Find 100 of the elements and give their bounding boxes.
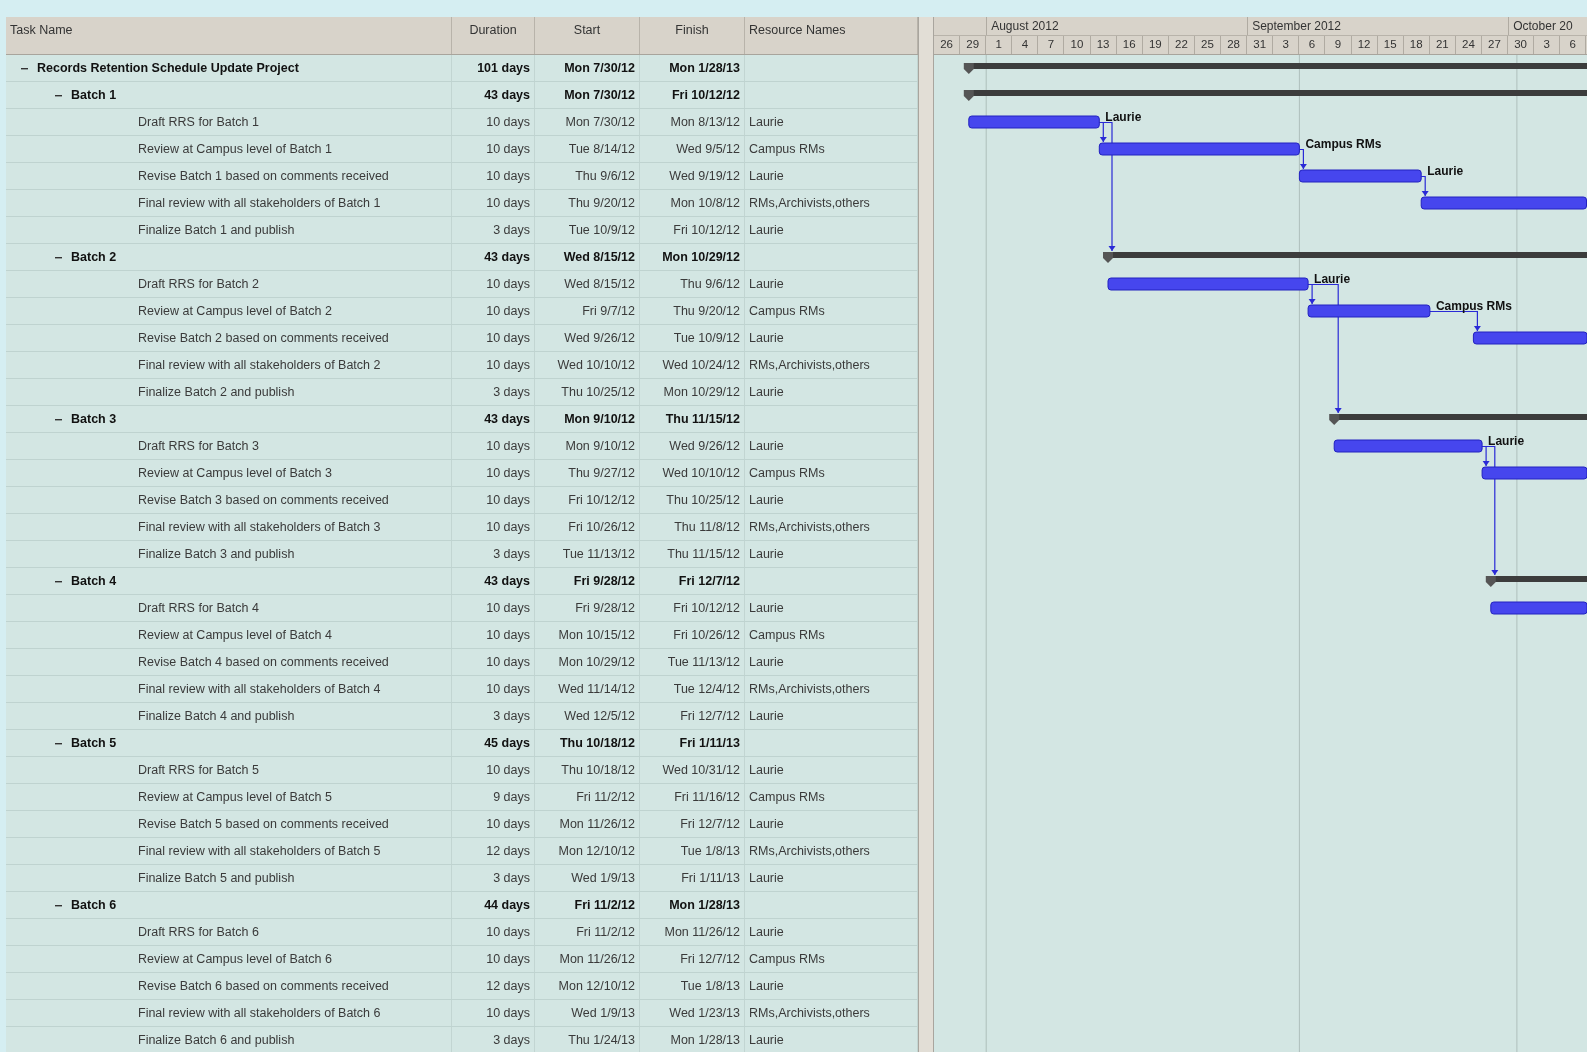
table-cell: 3 days (452, 379, 535, 405)
table-cell: Wed 1/23/13 (640, 1000, 745, 1026)
table-cell: 3 days (452, 217, 535, 243)
table-cell: Mon 12/10/12 (535, 838, 640, 864)
table-cell: 43 days (452, 568, 535, 594)
table-cell: 10 days (452, 514, 535, 540)
table-cell: Wed 9/5/12 (640, 136, 745, 162)
table-cell: 10 days (452, 190, 535, 216)
table-cell: Fri 9/28/12 (535, 568, 640, 594)
task-name: Revise Batch 2 based on comments received (138, 330, 389, 347)
task-name: Final review with all stakeholders of Batch 4 (138, 681, 381, 698)
task-name: Draft RRS for Batch 5 (138, 762, 259, 779)
task-name: Revise Batch 5 based on comments received (138, 816, 389, 833)
table-cell: 43 days (452, 82, 535, 108)
table-cell: Fri 10/12/12 (640, 82, 745, 108)
timescale-day: 13 (1090, 36, 1117, 54)
table-cell: Wed 10/10/12 (640, 460, 745, 486)
bar-label: Campus RMs (1305, 137, 1382, 151)
timescale-day: 3 (1534, 36, 1561, 54)
table-cell: 10 days (452, 271, 535, 297)
column-header[interactable]: Finish (640, 17, 745, 54)
timescale-day: 16 (1116, 36, 1143, 54)
table-cell: Fri 12/7/12 (640, 811, 745, 837)
task-name: Review at Campus level of Batch 5 (138, 789, 332, 806)
timescale-day: 21 (1429, 36, 1456, 54)
timescale-day: 10 (1064, 36, 1091, 54)
summary-bar[interactable] (963, 90, 1587, 101)
table-cell: Wed 1/9/13 (535, 865, 640, 891)
task-name: Final review with all stakeholders of Batch 3 (138, 519, 381, 536)
table-cell: 101 days (452, 55, 535, 81)
summary-bar[interactable] (963, 63, 1587, 74)
table-cell: Fri 11/2/12 (535, 784, 640, 810)
table-cell: 10 days (452, 622, 535, 648)
table-cell: Fri 10/12/12 (640, 217, 745, 243)
table-cell: Mon 10/29/12 (640, 379, 745, 405)
timescale-day: 3 (1273, 36, 1300, 54)
task-name: Finalize Batch 5 and publish (138, 870, 295, 887)
table-cell: Fri 12/7/12 (640, 946, 745, 972)
bar-label: Laurie (1488, 434, 1525, 448)
table-cell: Thu 10/25/12 (535, 379, 640, 405)
table-cell: Thu 10/25/12 (640, 487, 745, 513)
task-name: Batch 6 (71, 897, 117, 914)
table-cell: Thu 9/6/12 (535, 163, 640, 189)
table-cell: Fri 11/16/12 (640, 784, 745, 810)
summary-bar[interactable] (1103, 252, 1587, 263)
timescale-month: October 20 (1508, 17, 1587, 35)
column-header[interactable]: Task Name (6, 17, 452, 54)
table-cell: Mon 10/29/12 (535, 649, 640, 675)
table-cell: Thu 9/27/12 (535, 460, 640, 486)
task-name: Review at Campus level of Batch 3 (138, 465, 332, 482)
table-cell: 10 days (452, 946, 535, 972)
table-cell: 44 days (452, 892, 535, 918)
table-cell: Mon 10/15/12 (535, 622, 640, 648)
task-name: Draft RRS for Batch 3 (138, 438, 259, 455)
table-cell: Tue 10/9/12 (535, 217, 640, 243)
task-name: Batch 3 (71, 411, 117, 428)
table-cell: Fri 10/12/12 (640, 595, 745, 621)
table-cell: Wed 1/9/13 (535, 1000, 640, 1026)
task-name: Finalize Batch 6 and publish (138, 1032, 295, 1049)
table-cell: 10 days (452, 136, 535, 162)
summary-bar[interactable] (1329, 414, 1587, 425)
table-cell: Fri 1/11/13 (640, 865, 745, 891)
column-header[interactable]: Duration (452, 17, 535, 54)
table-cell: Fri 10/12/12 (535, 487, 640, 513)
task-name: Review at Campus level of Batch 2 (138, 303, 332, 320)
table-cell: Tue 8/14/12 (535, 136, 640, 162)
timescale-day: 29 (960, 36, 987, 54)
timescale-day: 4 (1012, 36, 1039, 54)
table-cell: 10 days (452, 811, 535, 837)
dependency-arrow (1420, 175, 1429, 197)
task-name: Final review with all stakeholders of Batch 2 (138, 357, 381, 374)
table-cell: Fri 10/26/12 (535, 514, 640, 540)
bar-label: Laurie (1427, 164, 1464, 178)
task-bar[interactable] (1298, 169, 1422, 183)
table-cell: 43 days (452, 406, 535, 432)
task-name: Batch 2 (71, 249, 117, 266)
table-cell: 3 days (452, 541, 535, 567)
table-cell: 3 days (452, 1027, 535, 1052)
table-cell: Mon 10/29/12 (640, 244, 745, 270)
timescale-day: 12 (1351, 36, 1378, 54)
timescale-day: 1 (986, 36, 1013, 54)
table-cell: 12 days (452, 973, 535, 999)
table-cell: 10 days (452, 649, 535, 675)
table-cell: 9 days (452, 784, 535, 810)
task-name: Finalize Batch 4 and publish (138, 708, 295, 725)
column-header[interactable]: Start (535, 17, 640, 54)
task-name: Revise Batch 3 based on comments received (138, 492, 389, 509)
table-cell: 10 days (452, 325, 535, 351)
task-bar[interactable] (1481, 466, 1587, 480)
table-cell: 43 days (452, 244, 535, 270)
table-cell: 10 days (452, 757, 535, 783)
task-bar[interactable] (1307, 304, 1431, 318)
table-cell: Tue 1/8/13 (640, 973, 745, 999)
table-cell: 3 days (452, 703, 535, 729)
summary-bar[interactable] (1485, 576, 1587, 587)
task-name: Final review with all stakeholders of Batch 5 (138, 843, 381, 860)
bar-label: Campus RMs (1435, 299, 1512, 313)
table-cell: Wed 9/19/12 (640, 163, 745, 189)
task-name: Revise Batch 4 based on comments received (138, 654, 389, 671)
task-name: Records Retention Schedule Update Project (37, 60, 299, 77)
